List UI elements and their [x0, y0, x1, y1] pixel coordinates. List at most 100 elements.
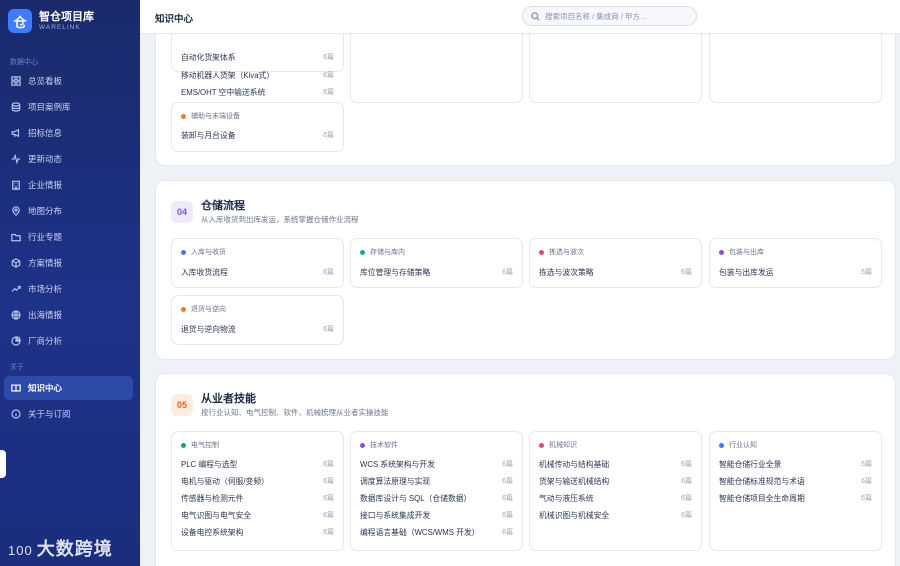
topic-row[interactable]: PLC 编程与选型 6篇	[181, 458, 334, 470]
dashboard-icon	[11, 76, 21, 86]
brand[interactable]: 仓 智仓项目库 WARELINK	[8, 9, 94, 33]
globe-icon	[11, 310, 21, 320]
topic-row[interactable]: WCS 系统架构与开发 6篇	[360, 458, 513, 470]
sidebar-collapse-handle[interactable]	[0, 450, 6, 478]
sidebar-item-industry[interactable]: 行业专题	[4, 225, 133, 249]
sidebar-item-solutions[interactable]: 方案情报	[4, 251, 133, 275]
sidebar-item-overseas[interactable]: 出海情报	[4, 303, 133, 327]
sidebar-item-enterprise[interactable]: 企业情报	[4, 173, 133, 197]
topic-label: 自动化货架体系	[181, 52, 236, 62]
topic-count: 6篇	[323, 269, 334, 276]
section-number: 05	[171, 394, 193, 416]
topic-row[interactable]: 电气识图与电气安全 6篇	[181, 509, 334, 521]
building-icon	[12, 180, 20, 190]
page-title: 知识中心	[155, 14, 194, 25]
sidebar-item-knowledge[interactable]: 知识中心	[4, 376, 133, 400]
topic-label: 电气识图与电气安全	[181, 510, 252, 520]
category-card: 行业认知 智能仓储行业全景 6篇 智能仓储标准规范与术语 6篇 智能仓储项目全生命周…	[709, 431, 882, 551]
topic-row[interactable]: 传感器与检测元件 6篇	[181, 492, 334, 504]
top-bar: 知识中心	[140, 0, 900, 34]
topic-row[interactable]: 装卸与月台设备 6篇	[181, 129, 334, 141]
topic-row[interactable]: 电机与驱动（伺服/变频） 6篇	[181, 475, 334, 487]
topic-row[interactable]: 智能仓储行业全景 6篇	[719, 458, 872, 470]
topic-row[interactable]: 气动与液压系统 6篇	[539, 492, 692, 504]
topic-row[interactable]: 智能仓储标准规范与术语 6篇	[719, 475, 872, 487]
topic-label: 退货与逆向物流	[181, 324, 236, 334]
section-number: 04	[171, 201, 193, 223]
topic-count: 6篇	[502, 478, 513, 485]
category-dot	[181, 442, 186, 448]
category-card: 包装与出库 包装与出库发运 6篇	[709, 238, 882, 288]
topic-row[interactable]: 拣选与波次策略 6篇	[539, 266, 692, 278]
sidebar-item-label: 关于与订阅	[28, 409, 71, 419]
topic-row[interactable]: 退货与逆向物流 6篇	[181, 323, 334, 335]
topic-label: 设备电控系统架构	[181, 527, 244, 537]
topic-row[interactable]: 库位管理与存储策略 6篇	[360, 266, 513, 278]
category-card: 退货与逆向 退货与逆向物流 6篇	[171, 295, 344, 345]
card-category: 入库与收货	[181, 247, 226, 257]
topic-label: EMS/OHT 空中输送系统	[181, 87, 266, 97]
topic-count: 6篇	[861, 495, 872, 502]
topic-row[interactable]: 调度算法原理与实现 6篇	[360, 475, 513, 487]
category-label: 行业认知	[729, 442, 757, 449]
brand-subtitle: WARELINK	[39, 23, 81, 31]
topic-label: 智能仓储行业全景	[719, 459, 782, 469]
sidebar-item-label: 更新动态	[28, 154, 63, 164]
topic-row[interactable]: 智能仓储项目全生命周期 6篇	[719, 492, 872, 504]
sidebar-item-market[interactable]: 市场分析	[4, 277, 133, 301]
topic-label: 编程语言基础（WCS/WMS 开发）	[360, 527, 480, 537]
category-dot	[360, 442, 365, 448]
topic-count: 6篇	[323, 72, 334, 79]
sidebar-item-label: 企业情报	[28, 180, 63, 190]
topic-row[interactable]: 入库收货流程 6篇	[181, 266, 334, 278]
topic-row[interactable]: 接口与系统集成开发 6篇	[360, 509, 513, 521]
topic-count: 6篇	[681, 478, 692, 485]
topic-row[interactable]: 包装与出库发运 6篇	[719, 266, 872, 278]
topic-label: 智能仓储项目全生命周期	[719, 493, 805, 503]
topic-label: 智能仓储标准规范与术语	[719, 476, 805, 486]
search-icon	[531, 11, 540, 21]
category-card: 机械知识 机械传动与结构基础 6篇 货架与输送机械结构 6篇 气动与液压系统 6篇 机…	[529, 431, 702, 551]
topic-count: 6篇	[861, 269, 872, 276]
sidebar-item-vendors[interactable]: 厂商分析	[4, 329, 133, 353]
sidebar-item-tenders[interactable]: 招标信息	[4, 121, 133, 145]
sidebar-item-about[interactable]: 关于与订阅	[4, 402, 133, 426]
category-dot	[181, 306, 186, 312]
sidebar-item-updates[interactable]: 更新动态	[4, 147, 133, 171]
topic-row[interactable]: 机械识图与机械安全 6篇	[539, 509, 692, 521]
search-input[interactable]	[545, 11, 685, 21]
sidebar-item-label: 市场分析	[28, 284, 63, 294]
category-label: 包装与出库	[729, 249, 764, 256]
topic-count: 6篇	[323, 54, 334, 61]
section-description: 从入库收货到出库发运，系统掌握仓储作业流程	[201, 215, 359, 224]
topic-row[interactable]: 移动机器人货架（Kiva式） 6篇	[181, 69, 334, 81]
topic-count: 6篇	[502, 495, 513, 502]
topic-count: 6篇	[323, 529, 334, 536]
topic-label: 电机与驱动（伺服/变频）	[181, 476, 269, 486]
category-dot	[719, 249, 724, 255]
topic-row[interactable]: 设备电控系统架构 6篇	[181, 526, 334, 538]
topic-label: 机械传动与结构基础	[539, 459, 610, 469]
topic-count: 6篇	[861, 478, 872, 485]
topic-row[interactable]: 编程语言基础（WCS/WMS 开发） 6篇	[360, 526, 513, 538]
search-box[interactable]	[522, 6, 697, 26]
map-pin-icon	[12, 206, 20, 216]
category-card	[350, 34, 523, 103]
sidebar-item-label: 项目案例库	[28, 102, 71, 112]
sidebar-item-dashboard[interactable]: 总览看板	[4, 69, 133, 93]
topic-row[interactable]: 自动化货架体系 6篇	[181, 51, 334, 63]
category-dot	[539, 249, 544, 255]
category-label: 拣选与波次	[549, 249, 584, 256]
folder-icon	[11, 233, 21, 242]
category-card: 自动化货架体系 6篇 移动机器人货架（Kiva式） 6篇 EMS/OHT 空中输…	[171, 34, 344, 97]
topic-label: 包装与出库发运	[719, 267, 774, 277]
topic-row[interactable]: 数据库设计与 SQL（仓储数据） 6篇	[360, 492, 513, 504]
category-card: 电气控制 PLC 编程与选型 6篇 电机与驱动（伺服/变频） 6篇 传感器与检测元件…	[171, 431, 344, 551]
sidebar-item-projects[interactable]: 项目案例库	[4, 95, 133, 119]
sidebar-item-map[interactable]: 地图分布	[4, 199, 133, 223]
topic-row[interactable]: 货架与输送机械结构 6篇	[539, 475, 692, 487]
topic-row[interactable]: 机械传动与结构基础 6篇	[539, 458, 692, 470]
topic-count: 6篇	[323, 512, 334, 519]
topic-row[interactable]: EMS/OHT 空中输送系统 6篇	[181, 86, 334, 98]
category-dot	[719, 442, 724, 448]
